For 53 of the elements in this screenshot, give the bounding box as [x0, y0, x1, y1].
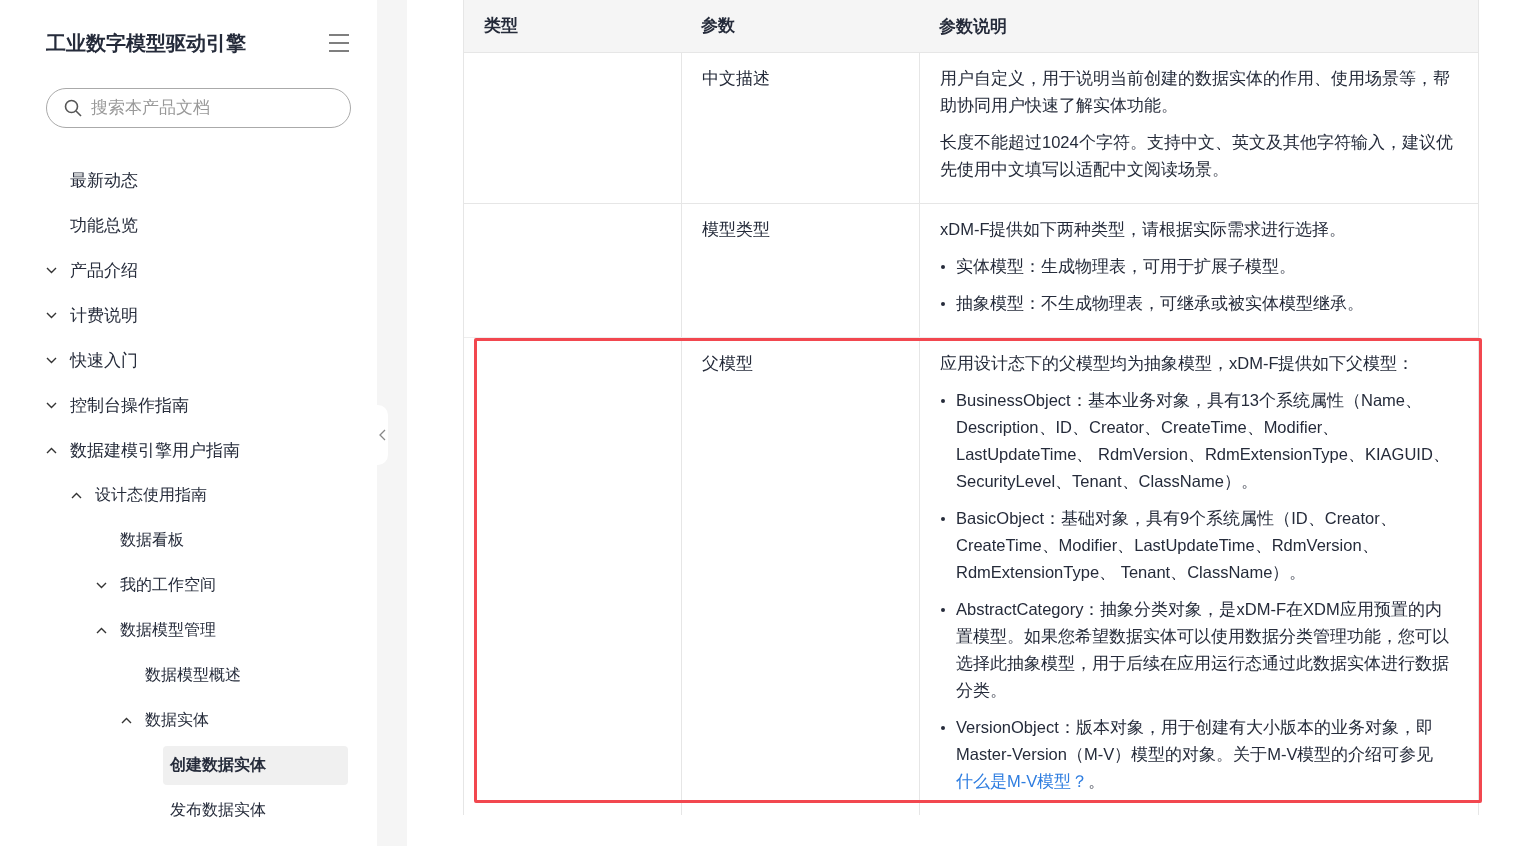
description-text: 用户自定义，用于说明当前创建的数据实体的作用、使用场景等，帮助协同用户快速了解实体功能。 — [940, 68, 1451, 116]
column-header: 参数说明 — [938, 16, 1008, 37]
chevron-down-icon[interactable] — [46, 267, 57, 274]
parameter-name: 父模型 — [702, 354, 753, 372]
bullet-icon — [941, 608, 945, 612]
chevron-down-icon[interactable] — [46, 312, 57, 319]
sidebar-item[interactable]: 我的工作空间 — [120, 566, 223, 605]
bullet-icon — [941, 302, 945, 306]
search-icon — [64, 99, 82, 117]
sidebar-item[interactable]: 产品介绍 — [70, 250, 145, 291]
collapse-handle[interactable] — [377, 405, 388, 465]
chevron-up-icon[interactable] — [121, 717, 132, 724]
sidebar-item[interactable]: 计费说明 — [70, 295, 145, 336]
sidebar-item[interactable]: 功能总览 — [70, 205, 145, 246]
chevron-up-icon[interactable] — [46, 447, 57, 454]
chevron-down-icon[interactable] — [96, 582, 107, 589]
description-text: 长度不能超过1024个字符。支持中文、英文及其他字符输入，建议优先使用中文填写以适配中文阅读场景。 — [940, 132, 1454, 180]
bullet-text: AbstractCategory：抽象分类对象，是xDM-F在XDM应用预置的内置模型。如果您希望数据实体可以使用数据分类管理功能，您可以选择此抽象模型，用于后续在应用运行态通过此数据实体进行数据分类。 — [956, 599, 1450, 701]
sidebar-item[interactable]: 设计态使用指南 — [95, 476, 214, 515]
parameter-name: 中文描述 — [702, 69, 770, 87]
parameter-name: 模型类型 — [702, 220, 770, 238]
column-header: 参数 — [700, 15, 736, 36]
bullet-text: VersionObject：版本对象，用于创建有大小版本的业务对象，即Master-Version（M-V）模型的对象。关于M-V模型的介绍可参见 什么是M-V模型？。 — [956, 717, 1435, 792]
bullet-text: 抽象模型：不生成物理表，可继承或被实体模型继承。 — [956, 293, 1364, 314]
chevron-up-icon[interactable] — [96, 627, 107, 634]
sidebar-item[interactable]: 控制台操作指南 — [70, 385, 196, 426]
chevron-left-icon — [379, 429, 386, 441]
sidebar-item[interactable]: 数据实体 — [145, 701, 216, 740]
column-header: 类型 — [483, 15, 519, 36]
chevron-down-icon[interactable] — [46, 402, 57, 409]
sidebar-item[interactable]: 数据模型概述 — [145, 656, 248, 695]
search-field[interactable]: 搜索本产品文档 — [46, 88, 351, 128]
bullet-icon — [941, 399, 945, 403]
description-text: xDM-F提供如下两种类型，请根据实际需求进行选择。 — [940, 219, 1348, 240]
sidebar-title: 工业数字模型驱动引擎 — [46, 30, 246, 56]
menu-icon[interactable] — [329, 34, 349, 52]
sidebar-item[interactable]: 最新动态 — [70, 160, 145, 201]
sidebar-item[interactable]: 快速入门 — [70, 340, 145, 381]
bullet-text: BusinessObject：基本业务对象，具有13个系统属性（Name、Description、ID、Creator、CreateTime、Modifier、LastUpdateTime、 RdmVersion、RdmExtensionType、KIAGUID、SecurityLevel、Tenant、ClassName）。 — [956, 390, 1451, 492]
sidebar-item[interactable]: 数据模型管理 — [120, 611, 223, 650]
sidebar-item[interactable]: 创建数据实体 — [163, 746, 348, 785]
bullet-icon — [941, 265, 945, 269]
sidebar-item[interactable]: 数据看板 — [120, 521, 191, 560]
sidebar-item[interactable]: 发布数据实体 — [170, 791, 273, 830]
bullet-text: BasicObject：基础对象，具有9个系统属性（ID、Creator、CreateTime、Modifier、LastUpdateTime、RdmVersion、RdmExtensionType、 Tenant、ClassName）。 — [956, 508, 1398, 583]
sidebar-item[interactable]: 数据建模引擎用户指南 — [70, 430, 247, 471]
chevron-up-icon[interactable] — [71, 492, 82, 499]
link[interactable]: 什么是M-V模型？ — [956, 772, 1089, 790]
bullet-text: 实体模型：生成物理表，可用于扩展子模型。 — [956, 256, 1296, 277]
description-text: 应用设计态下的父模型均为抽象模型，xDM-F提供如下父模型： — [940, 353, 1416, 374]
bullet-icon — [941, 517, 945, 521]
chevron-down-icon[interactable] — [46, 357, 57, 364]
bullet-icon — [941, 726, 945, 730]
